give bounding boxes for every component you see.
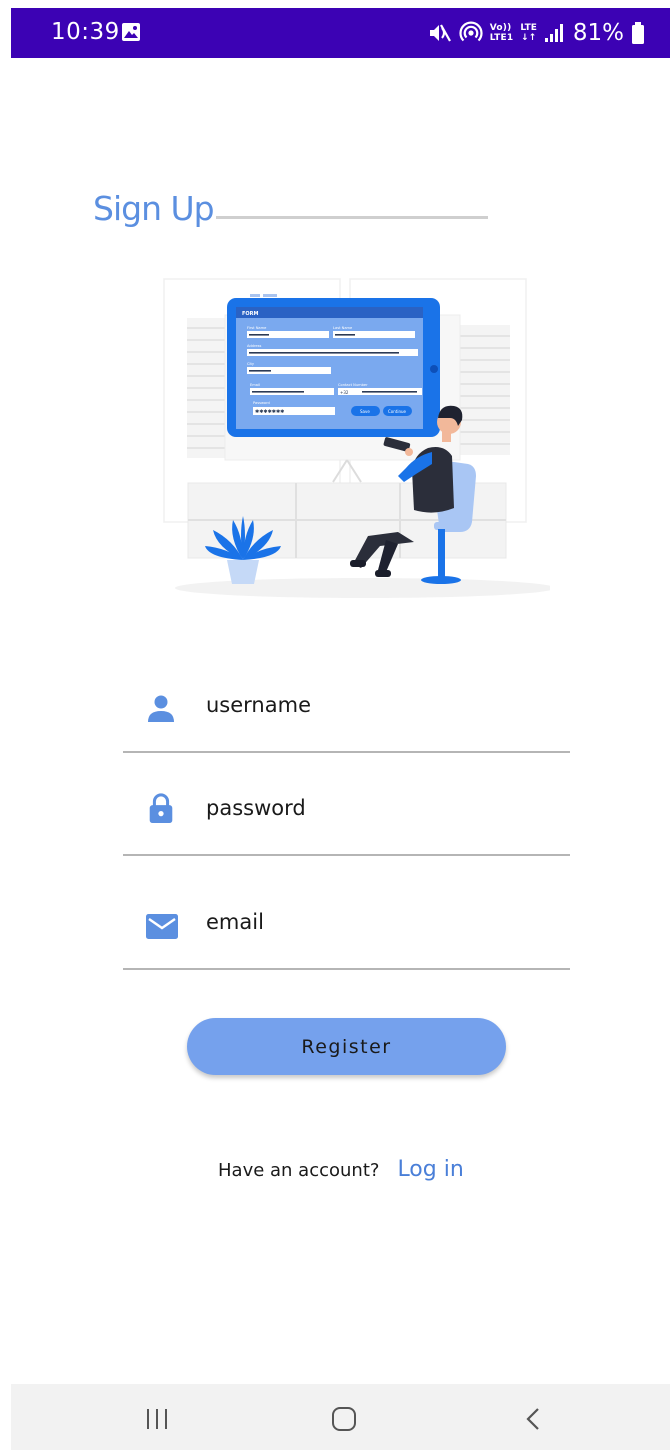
lte-bottom-text: ↓↑ [521,33,537,43]
tablet-label-email: Email [250,383,260,387]
username-value: username [206,693,311,717]
password-field[interactable]: password [123,774,570,856]
tablet-label-first-name: First Name [247,326,267,330]
status-time: 10:39 [51,19,120,45]
hotspot-icon [459,21,483,42]
email-value: email [206,910,264,934]
signup-screen: 10:39 Vo)) LTE1 LTE ↓↑ 81% Sign Up FORM … [0,0,670,1450]
lte-top-text: LTE [520,23,537,33]
volte-bottom-text: LTE1 [489,33,514,43]
tablet-label-password: Password [253,401,270,405]
mute-icon [429,24,451,42]
tablet-continue-button: Continue [388,409,407,414]
tablet-label-address: Address [247,344,261,348]
tablet-form-title: FORM [242,311,259,317]
lte-indicator: LTE ↓↑ [520,23,537,43]
person-icon [148,695,174,722]
tablet-label-city: City [247,362,255,366]
lock-icon [149,793,173,824]
battery-percent: 81% [572,20,624,46]
system-nav-bar [11,1384,670,1450]
volte-top-text: Vo)) [489,23,512,33]
password-value: password [206,796,306,820]
back-icon[interactable] [521,1406,547,1432]
title-underline [216,216,488,219]
home-icon[interactable] [331,1406,357,1432]
signup-illustration: FORM First Name Last Name Address City E… [163,278,550,598]
signal-icon [544,24,563,42]
gallery-icon [122,23,140,41]
tablet-save-button: Save [360,409,370,414]
battery-icon [632,22,644,44]
tablet-password-dots: ✱✱✱✱✱✱✱ [255,409,285,415]
recents-icon[interactable] [144,1406,170,1432]
email-field[interactable]: email [123,888,570,970]
status-bar: 10:39 Vo)) LTE1 LTE ↓↑ 81% [11,8,670,58]
login-link[interactable]: Log in [397,1157,463,1182]
register-button[interactable]: Register [187,1018,506,1075]
tablet-label-last-name: Last Name [333,326,353,330]
login-row: Have an account? Log in [218,1157,464,1182]
tablet-phone-code: +32 [340,390,349,395]
volte-indicator: Vo)) LTE1 [490,23,514,43]
username-field[interactable]: username [123,671,570,753]
page-title: Sign Up [93,189,215,228]
mail-icon [146,914,178,939]
status-indicators: Vo)) LTE1 LTE ↓↑ 81% [428,17,645,49]
tablet-label-contact: Contact Number [338,383,368,387]
login-prompt: Have an account? [218,1160,380,1181]
